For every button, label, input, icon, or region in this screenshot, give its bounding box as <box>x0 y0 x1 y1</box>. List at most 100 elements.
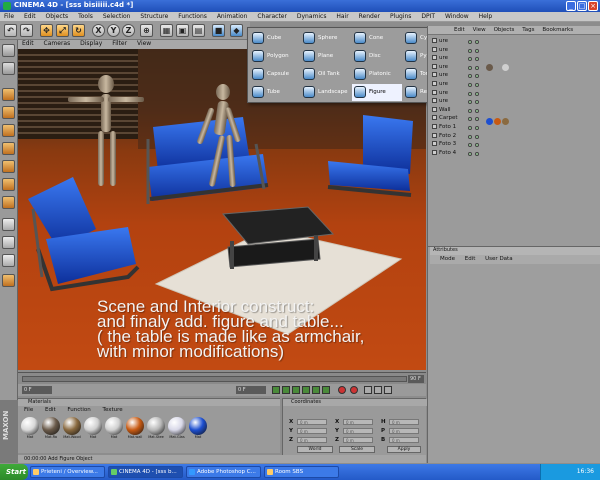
visibility-dot-icon[interactable] <box>475 100 479 105</box>
apply-button[interactable]: Apply <box>387 446 421 453</box>
materials-menu-file[interactable]: File <box>18 406 37 413</box>
object-row[interactable]: ure <box>432 63 448 72</box>
taskbar-item-photoshop[interactable]: Adobe Photoshop C... <box>186 466 261 478</box>
play-backward-icon[interactable] <box>292 386 300 394</box>
materials-menu-edit[interactable]: Edit <box>39 406 60 413</box>
menu-selection[interactable]: Selection <box>99 12 135 20</box>
record-icon[interactable] <box>338 386 346 394</box>
rotate-icon[interactable]: ↻ <box>72 24 85 37</box>
taskbar-item-folder[interactable]: Room SBS <box>264 466 339 478</box>
material-swatch[interactable]: Mat.wall <box>125 417 145 441</box>
x-axis-button[interactable]: X <box>92 24 105 37</box>
timeline-end-frame[interactable]: 90 F <box>408 375 424 383</box>
visibility-dot-icon[interactable] <box>468 57 472 62</box>
palette-item-figure[interactable]: Figure <box>352 84 402 101</box>
clock[interactable]: 16:36 <box>577 468 594 475</box>
render-settings-icon[interactable]: ▤ <box>192 24 205 37</box>
material-tag-icon[interactable] <box>486 118 493 125</box>
expand-icon[interactable] <box>432 98 437 104</box>
palette-item-landscape[interactable]: Landscape <box>301 84 351 101</box>
expand-icon[interactable] <box>432 55 437 61</box>
undo-icon[interactable]: ↶ <box>4 24 17 37</box>
visibility-dot-icon[interactable] <box>468 134 472 139</box>
visibility-dot-icon[interactable] <box>468 91 472 96</box>
close-button[interactable]: × <box>588 1 598 11</box>
menu-render[interactable]: Render <box>355 12 384 20</box>
visibility-dot-icon[interactable] <box>475 40 479 44</box>
object-row[interactable]: Foto 3 <box>432 141 456 149</box>
palette-item-cone[interactable]: Cone <box>352 30 402 47</box>
texture-tool-icon[interactable] <box>2 124 15 137</box>
object-row[interactable]: ure <box>432 55 448 63</box>
expand-icon[interactable] <box>432 106 437 112</box>
menu-hair[interactable]: Hair <box>332 12 352 20</box>
attributes-menu-edit[interactable]: Edit <box>461 255 480 263</box>
viewport-menu-display[interactable]: Display <box>76 40 106 47</box>
palette-item-plane[interactable]: Plane <box>301 48 351 65</box>
expand-icon[interactable] <box>432 141 437 147</box>
model-tool-icon[interactable] <box>2 88 15 101</box>
visibility-dot-icon[interactable] <box>475 151 479 156</box>
objmgr-menu-objects[interactable]: Objects <box>491 26 518 33</box>
object-row[interactable]: ure <box>432 46 448 55</box>
palette-item-disc[interactable]: Disc <box>352 48 402 65</box>
autokey-icon[interactable] <box>350 386 358 394</box>
visibility-dot-icon[interactable] <box>468 117 472 122</box>
expand-icon[interactable] <box>432 115 437 121</box>
objmgr-menu-bookmarks[interactable]: Bookmarks <box>539 26 576 33</box>
expand-icon[interactable] <box>432 81 437 86</box>
step-back-icon[interactable] <box>282 386 290 394</box>
start-button[interactable]: Start <box>0 464 28 480</box>
palette-item-cube[interactable]: Cube <box>250 30 300 47</box>
coordinate-field-p[interactable]: 0 m <box>389 428 419 434</box>
object-row[interactable]: ure <box>432 38 448 46</box>
z-axis-button[interactable]: Z <box>122 24 135 37</box>
visibility-dot-icon[interactable] <box>468 48 472 53</box>
timeline-ruler[interactable] <box>22 376 407 382</box>
nurbs-icon[interactable]: ◆ <box>230 24 243 37</box>
primitive-cube-icon[interactable]: ■ <box>212 24 225 37</box>
viewport-menu-edit[interactable]: Edit <box>18 40 38 47</box>
material-swatch[interactable]: Mat <box>83 417 103 441</box>
visibility-dot-icon[interactable] <box>475 143 479 148</box>
render-view-icon[interactable]: ▦ <box>160 24 173 37</box>
palette-item-sphere[interactable]: Sphere <box>301 30 351 47</box>
palette-item-oil-tank[interactable]: Oil Tank <box>301 66 351 83</box>
play-icon[interactable] <box>302 386 310 394</box>
menu-dpit[interactable]: DPIT <box>417 12 439 20</box>
object-row[interactable]: ure <box>432 72 448 80</box>
visibility-dot-icon[interactable] <box>475 48 479 53</box>
timeline[interactable]: 90 F <box>18 372 426 384</box>
menu-tools[interactable]: Tools <box>74 12 97 20</box>
visibility-dot-icon[interactable] <box>475 65 479 70</box>
coordinate-field-x[interactable]: 0 m <box>297 419 327 425</box>
material-swatch[interactable]: Mat <box>104 417 124 441</box>
go-to-end-icon[interactable] <box>322 386 330 394</box>
materials-menu-function[interactable]: Function <box>61 406 94 413</box>
visibility-dot-icon[interactable] <box>475 126 479 130</box>
expand-icon[interactable] <box>432 124 437 129</box>
palette-item-polygon[interactable]: Polygon <box>250 48 300 65</box>
menu-file[interactable]: File <box>0 12 18 20</box>
menu-window[interactable]: Window <box>441 12 473 20</box>
attributes-menu-mode[interactable]: Mode <box>430 255 459 263</box>
menu-edit[interactable]: Edit <box>20 12 40 20</box>
object-row[interactable]: Foto 1 <box>432 124 456 132</box>
axis-tool-icon[interactable] <box>2 142 15 155</box>
expand-icon[interactable] <box>432 132 437 138</box>
material-swatch[interactable]: Mat.Glas <box>167 417 187 441</box>
expand-icon[interactable] <box>432 46 437 52</box>
menu-character[interactable]: Character <box>253 12 291 20</box>
step-forward-icon[interactable] <box>312 386 320 394</box>
polygons-tool-icon[interactable] <box>2 196 15 209</box>
render-picture-icon[interactable]: ▣ <box>176 24 189 37</box>
redo-icon[interactable]: ↷ <box>20 24 33 37</box>
menu-help[interactable]: Help <box>475 12 497 20</box>
attributes-menu-user-data[interactable]: User Data <box>481 255 516 263</box>
object-row[interactable]: ure <box>432 89 448 98</box>
palette-item-tube[interactable]: Tube <box>250 84 300 101</box>
objmgr-menu-tags[interactable]: Tags <box>519 26 537 33</box>
objmgr-menu-view[interactable]: View <box>470 26 489 33</box>
coordinate-field-y[interactable]: 0 m <box>297 428 327 434</box>
taskbar-item-cinema4d[interactable]: CINEMA 4D - [sss b... <box>108 466 183 478</box>
